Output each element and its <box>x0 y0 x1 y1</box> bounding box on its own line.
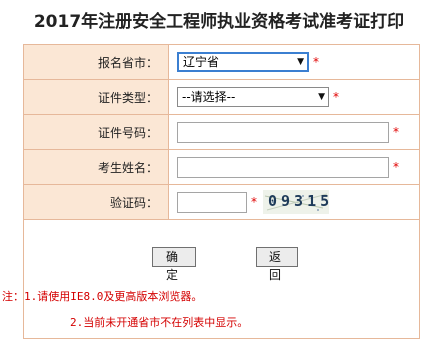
form-row-buttons: 确定 返回 <box>23 219 420 286</box>
print-form: 报名省市： 辽宁省 ▼ * 证件类型： --请选择-- ▼ * 证件号码： * … <box>2 44 420 339</box>
captcha-text: 09315 <box>268 192 329 210</box>
form-row-notes: 注：1.请使用IE8.0及更高版本浏览器。 2.当前未开通省市不在列表中显示。 <box>2 286 420 339</box>
required-mark: * <box>313 54 319 69</box>
form-row-captcha: 验证码： * 09315 <box>23 184 420 220</box>
name-input[interactable] <box>177 156 389 178</box>
captcha-input[interactable] <box>177 191 247 213</box>
page-title: 2017年注册安全工程师执业资格考试准考证打印 <box>33 12 405 32</box>
name-label: 考生姓名： <box>23 149 169 185</box>
captcha-cell: * 09315 <box>168 184 420 220</box>
captcha-label: 验证码： <box>23 184 169 220</box>
province-cell: 辽宁省 ▼ * <box>168 44 420 80</box>
notes-cell: 注：1.请使用IE8.0及更高版本浏览器。 2.当前未开通省市不在列表中显示。 <box>2 286 420 339</box>
id-number-label: 证件号码： <box>23 114 169 150</box>
form-row-name: 考生姓名： * <box>23 149 420 185</box>
form-row-id-number: 证件号码： * <box>23 114 420 150</box>
confirm-button[interactable]: 确定 <box>152 247 196 282</box>
id-type-select-value: --请选择-- <box>182 90 236 104</box>
note-line-1: 注：1.请使用IE8.0及更高版本浏览器。 <box>2 290 203 303</box>
buttons-cell: 确定 返回 <box>23 219 420 286</box>
required-mark: * <box>393 159 399 174</box>
chevron-down-icon: ▼ <box>318 92 325 102</box>
name-cell: * <box>168 149 420 185</box>
required-mark: * <box>251 194 257 209</box>
required-mark: * <box>333 89 339 104</box>
form-row-id-type: 证件类型： --请选择-- ▼ * <box>23 79 420 115</box>
id-number-cell: * <box>168 114 420 150</box>
form-row-province: 报名省市： 辽宁省 ▼ * <box>23 44 420 80</box>
province-label: 报名省市： <box>23 44 169 80</box>
note-line-2: 2.当前未开通省市不在列表中显示。 <box>70 316 249 329</box>
required-mark: * <box>393 124 399 139</box>
id-type-label: 证件类型： <box>23 79 169 115</box>
chevron-down-icon: ▼ <box>297 57 304 67</box>
captcha-image[interactable]: 09315 <box>263 190 329 214</box>
id-type-select[interactable]: --请选择-- ▼ <box>177 87 329 107</box>
id-type-cell: --请选择-- ▼ * <box>168 79 420 115</box>
id-number-input[interactable] <box>177 121 389 143</box>
province-select-value: 辽宁省 <box>183 55 220 69</box>
province-select[interactable]: 辽宁省 ▼ <box>177 52 309 72</box>
back-button[interactable]: 返回 <box>256 247 298 282</box>
